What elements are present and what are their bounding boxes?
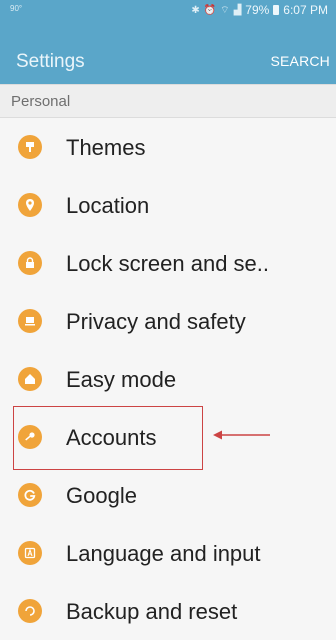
battery-percent: 79% [245,3,270,17]
list-item-label: Google [66,483,137,508]
location-icon [18,193,42,217]
list-item-label: Easy mode [66,367,177,392]
privacy-icon [18,309,42,333]
list-item-easy-mode[interactable]: Easy mode [0,350,336,408]
signal-icon: ▟ [233,4,242,16]
list-item-lock-screen[interactable]: Lock screen and se.. [0,234,336,292]
themes-icon [18,135,42,159]
list-item-privacy[interactable]: Privacy and safety [0,292,336,350]
app-bar: Settings SEARCH [0,20,336,84]
page-title: Settings [16,51,85,72]
backup-icon [18,599,42,623]
section-header: Personal [0,84,336,118]
list-item-language[interactable]: Language and input [0,524,336,582]
status-bar: 90° ✱ ⏰ ⌔ ▟ 79% 6:07 PM [0,0,336,20]
list-item-themes[interactable]: Themes [0,118,336,176]
settings-list: Themes Location Lock screen and se.. Pri… [0,118,336,640]
list-item-google[interactable]: Google [0,466,336,524]
list-item-backup[interactable]: Backup and reset [0,582,336,640]
lock-icon [18,251,42,275]
alarm-icon: ⏰ [203,4,217,16]
language-icon [18,541,42,565]
list-item-label: Location [66,193,150,218]
status-right: ✱ ⏰ ⌔ ▟ 79% 6:07 PM [191,3,328,17]
list-item-label: Privacy and safety [66,309,246,334]
easy-mode-icon [18,367,42,391]
search-button[interactable]: SEARCH [270,53,330,69]
list-item-label: Lock screen and se.. [66,251,270,276]
wifi-icon: ⌔ [220,4,230,16]
section-header-label: Personal [11,93,71,110]
list-item-label: Language and input [66,541,261,566]
list-item-label: Backup and reset [66,599,238,624]
list-item-label: Themes [66,135,146,160]
status-left-text: 90° [10,4,23,13]
clock: 6:07 PM [283,3,328,17]
annotation-arrow [213,430,270,440]
battery-icon [273,5,280,15]
list-item-location[interactable]: Location [0,176,336,234]
bluetooth-icon: ✱ [191,4,200,16]
annotation-highlight-box [13,406,203,470]
google-icon [18,483,42,507]
